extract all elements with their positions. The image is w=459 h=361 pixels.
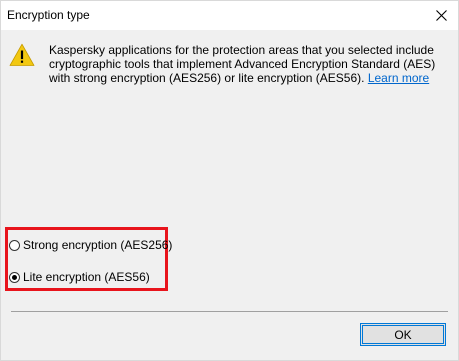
- close-button[interactable]: [424, 1, 458, 30]
- ok-button[interactable]: OK: [360, 323, 446, 346]
- radio-button-checked[interactable]: [9, 271, 20, 283]
- close-icon: [435, 10, 447, 21]
- warning-icon: [9, 43, 35, 66]
- radio-lite-encryption[interactable]: Lite encryption (AES56): [9, 270, 150, 284]
- radio-lite-encryption-label: Lite encryption (AES56): [23, 270, 150, 284]
- radio-strong-encryption[interactable]: Strong encryption (AES256): [9, 238, 172, 252]
- warning-message: Kaspersky applications for the protectio…: [49, 43, 444, 85]
- radio-button-unchecked[interactable]: [9, 239, 20, 251]
- radio-strong-encryption-label: Strong encryption (AES256): [23, 238, 173, 252]
- divider: [11, 311, 448, 312]
- learn-more-link[interactable]: Learn more: [368, 71, 429, 85]
- encryption-type-dialog: Encryption type Kaspersky applications f…: [0, 0, 459, 361]
- title-bar: Encryption type: [1, 1, 458, 30]
- dialog-title: Encryption type: [7, 8, 90, 22]
